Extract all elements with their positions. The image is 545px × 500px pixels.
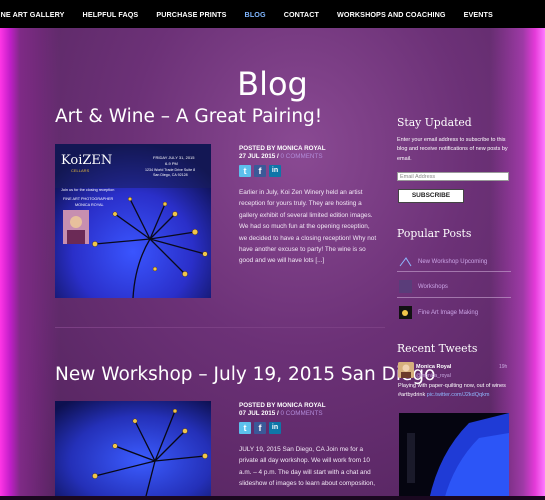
flyer-event-line-4: San Diego, CA 92128 <box>153 173 188 177</box>
post-comments-link[interactable]: 0 COMMENTS <box>281 410 323 417</box>
post-excerpt-2: JULY 19, 2015 San Diego, CA Join me for … <box>239 446 376 488</box>
popular-post-title: New Workshop Upcoming <box>418 258 488 265</box>
tweet-image-graphic <box>399 413 509 500</box>
linkedin-icon[interactable]: in <box>269 165 281 177</box>
post-date: 07 JUL 2015 <box>239 410 276 417</box>
popular-divider <box>397 297 511 298</box>
top-navigation: FINE ART GALLERY HELPFUL FAQS PURCHASE P… <box>0 0 545 28</box>
post-title-new-workshop[interactable]: New Workshop – July 19, 2015 San Diego <box>55 364 435 385</box>
popular-post-item[interactable]: Workshops <box>399 280 448 293</box>
popular-post-thumb <box>399 280 412 293</box>
post-image-workshop[interactable] <box>55 401 211 500</box>
share-buttons-1: t f in <box>239 165 281 177</box>
popular-post-item[interactable]: Fine Art Image Making <box>399 306 478 319</box>
sidebar-heading-popular-posts: Popular Posts <box>397 227 472 240</box>
twitter-icon[interactable]: t <box>239 165 251 177</box>
flyer-event-line-2: 6-9 PM <box>165 161 178 166</box>
popular-post-thumb <box>399 255 412 268</box>
tweet-image[interactable] <box>399 413 509 500</box>
nav-item-fine-art-gallery[interactable]: FINE ART GALLERY <box>0 10 65 19</box>
flyer-tagline: Join us for the closing reception <box>61 188 114 192</box>
nav-item-events[interactable]: EVENTS <box>464 10 493 19</box>
twitter-icon[interactable]: t <box>239 422 251 434</box>
post-title-art-wine[interactable]: Art & Wine – A Great Pairing! <box>55 106 322 127</box>
flyer-artist-label: FINE ART PHOTOGRAPHER <box>63 197 113 201</box>
sidebar-heading-recent-tweets: Recent Tweets <box>397 342 478 355</box>
popular-post-thumb <box>399 306 412 319</box>
facebook-icon[interactable]: f <box>254 422 266 434</box>
tweet-link[interactable]: pic.twitter.com/J2kdQqkm <box>427 392 490 398</box>
email-field[interactable]: Email Address <box>397 172 509 181</box>
nav-item-helpful-faqs[interactable]: HELPFUL FAQS <box>83 10 139 19</box>
post-meta-2: POSTED BY MONICA ROYAL 07 JUL 2015 / 0 C… <box>239 402 326 417</box>
popular-post-title: Workshops <box>418 283 448 290</box>
stay-updated-text: Enter your email address to subscribe to… <box>397 137 508 162</box>
popular-post-item[interactable]: New Workshop Upcoming <box>399 255 487 268</box>
post-comments-link[interactable]: 0 COMMENTS <box>281 153 323 160</box>
tweet-text: Playing with paper-quilting now, out of … <box>398 382 512 399</box>
popular-divider <box>397 271 511 272</box>
post-author: POSTED BY MONICA ROYAL <box>239 402 326 409</box>
workshop-photo-graphic <box>55 401 211 500</box>
nav-item-contact[interactable]: CONTACT <box>284 10 319 19</box>
tweet-avatar[interactable] <box>398 362 414 378</box>
flyer-artist-name: MONICA ROYAL <box>75 203 104 207</box>
tweet-time: 19h <box>499 364 508 370</box>
nav-item-blog[interactable]: BLOG <box>245 10 266 19</box>
post-date: 27 JUL 2015 <box>239 153 276 160</box>
bottom-bar <box>0 496 545 500</box>
post-image-koizen-flyer[interactable]: KoiZEN CELLARS FRIDAY JULY 31, 2015 6-9 … <box>55 144 211 298</box>
tweet-author-handle[interactable]: @monica_royal <box>416 373 451 379</box>
share-buttons-2: t f in <box>239 422 281 434</box>
flyer-brand-sub: CELLARS <box>71 168 90 173</box>
flyer-event-line-1: FRIDAY JULY 31, 2015 <box>153 155 195 160</box>
page-title: Blog <box>237 65 308 104</box>
koizen-flyer-graphic: KoiZEN CELLARS FRIDAY JULY 31, 2015 6-9 … <box>55 144 211 298</box>
subscribe-button[interactable]: SUBSCRIBE <box>398 189 464 203</box>
post-meta-1: POSTED BY MONICA ROYAL 27 JUL 2015 / 0 C… <box>239 145 326 160</box>
post-author: POSTED BY MONICA ROYAL <box>239 145 326 152</box>
nav-item-purchase-prints[interactable]: PURCHASE PRINTS <box>156 10 226 19</box>
tweet-author-name[interactable]: Monica Royal <box>416 364 451 370</box>
popular-post-title: Fine Art Image Making <box>418 309 479 316</box>
sidebar-heading-stay-updated: Stay Updated <box>397 116 472 129</box>
flyer-brand: KoiZEN <box>61 153 112 168</box>
nav-item-workshops[interactable]: WORKSHOPS AND COACHING <box>337 10 446 19</box>
facebook-icon[interactable]: f <box>254 165 266 177</box>
linkedin-icon[interactable]: in <box>269 422 281 434</box>
flyer-event-line-3: 1234 World Trade Drive Suite 8 <box>145 168 195 172</box>
post-excerpt-1: Earlier in July, Koi Zen Winery held an … <box>239 189 377 265</box>
post-divider <box>55 327 385 328</box>
